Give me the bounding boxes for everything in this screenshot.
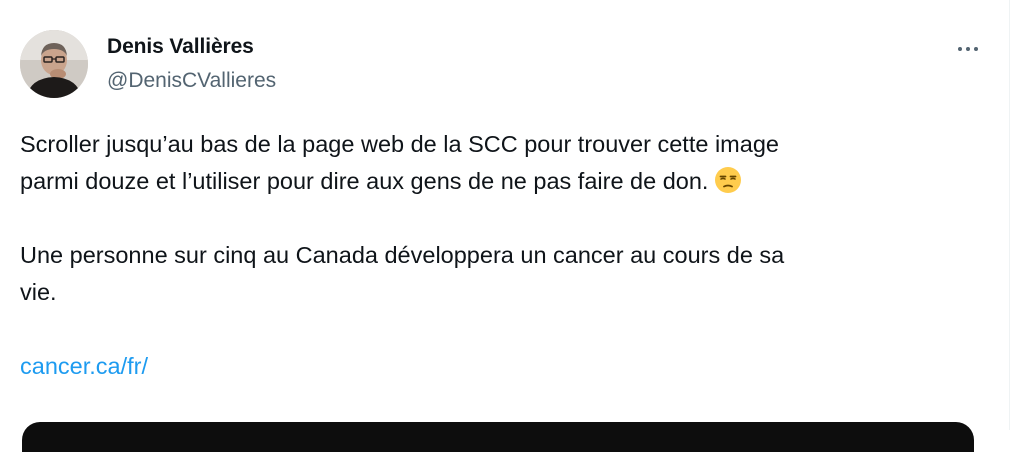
avatar-photo — [20, 30, 88, 98]
tweet-text-line-with-emoji: parmi douze et l’utiliser pour dire aux … — [20, 163, 980, 200]
tweet-link[interactable]: cancer.ca/fr/ — [20, 348, 148, 385]
tweet-text-line: vie. — [20, 279, 57, 305]
unamused-face-emoji-icon — [715, 167, 742, 193]
tweet-text-segment: parmi douze et l’utiliser pour dire aux … — [20, 168, 709, 194]
author-handle[interactable]: @DenisCVallieres — [107, 69, 276, 93]
more-options-button[interactable] — [946, 36, 990, 62]
media-preview[interactable] — [22, 422, 974, 452]
tweet-text: Scroller jusqu’au bas de la page web de … — [20, 126, 980, 385]
author-display-name[interactable]: Denis Vallières — [107, 35, 254, 59]
avatar[interactable] — [20, 30, 88, 98]
tweet-text-line: Scroller jusqu’au bas de la page web de … — [20, 131, 779, 157]
tweet-link-line: cancer.ca/fr/ — [20, 348, 980, 385]
more-horizontal-icon — [958, 47, 978, 51]
tweet-card: Denis Vallières @DenisCVallieres Scrolle… — [0, 0, 1010, 452]
tweet-text-line: Une personne sur cinq au Canada développ… — [20, 242, 785, 268]
